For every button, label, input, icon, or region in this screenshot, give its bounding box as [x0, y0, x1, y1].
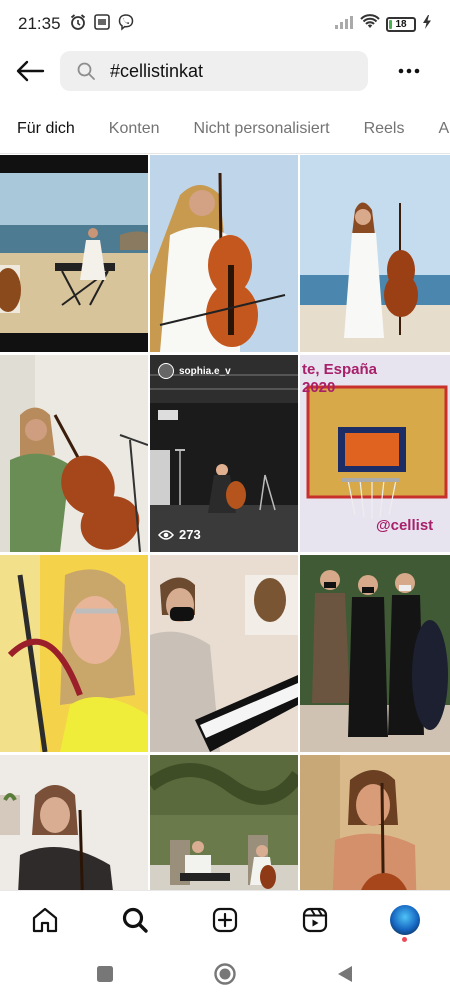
grid-tile-woman-cello-indoors[interactable] — [0, 355, 148, 552]
tab-label: Konten — [108, 119, 160, 137]
notification-dot — [402, 936, 407, 942]
tab-audio[interactable]: A — [421, 104, 450, 153]
search-header — [0, 48, 450, 94]
view-count: 273 — [158, 527, 201, 542]
recents-square-icon — [97, 966, 113, 982]
grid-tile-woman-cello-portrait[interactable] — [300, 755, 450, 890]
grid-tile-keyboard-seaside[interactable] — [0, 155, 148, 352]
search-icon — [76, 61, 96, 81]
search-icon — [122, 907, 148, 933]
recents-button[interactable] — [90, 959, 120, 989]
tile-account-handle: sophia.e_v — [158, 363, 231, 379]
back-arrow-icon — [16, 60, 45, 82]
alarm-icon — [69, 13, 87, 36]
more-dots-icon — [398, 68, 420, 74]
tab-label: A — [438, 119, 450, 137]
grid-tile-masked-woman-piano[interactable] — [150, 555, 298, 752]
search-input[interactable] — [110, 60, 340, 82]
tab-label: Nicht personalisiert — [193, 119, 330, 137]
search-tabs: Für dich Konten Nicht personalisiert Ree… — [0, 104, 450, 154]
back-button-system[interactable] — [330, 959, 360, 989]
home-circle-icon — [214, 963, 236, 985]
system-navigation — [0, 948, 450, 1000]
battery-percent: 18 — [395, 18, 407, 30]
poster-handle: @cellist — [376, 517, 434, 534]
tab-label: Reels — [363, 119, 405, 137]
photo-icon — [93, 13, 111, 36]
eye-icon — [158, 529, 174, 540]
poster-title-line: te, España — [302, 361, 378, 378]
results-grid: sophia.e_v 273 te, España 2020 @cellist — [0, 155, 450, 890]
view-count-text: 273 — [179, 527, 201, 542]
poster-year: 2020 — [302, 379, 336, 396]
tab-nicht-personalisiert[interactable]: Nicht personalisiert — [177, 104, 347, 153]
tab-konten[interactable]: Konten — [92, 104, 177, 153]
handle-text: sophia.e_v — [179, 365, 231, 377]
status-right-icons: 18 — [334, 13, 432, 35]
nav-profile[interactable] — [375, 892, 435, 948]
grid-tile-three-women-cello[interactable] — [300, 555, 450, 752]
status-time: 21:35 — [18, 14, 61, 33]
profile-avatar — [390, 904, 420, 942]
tab-fuer-dich[interactable]: Für dich — [0, 104, 92, 153]
tab-label: Für dich — [17, 119, 75, 137]
grid-tile-woman-cello-beach[interactable] — [300, 155, 450, 352]
account-avatar — [158, 363, 174, 379]
bottom-navigation — [0, 890, 450, 948]
back-triangle-icon — [338, 966, 352, 982]
status-left-icons — [69, 13, 135, 36]
search-box[interactable] — [60, 51, 368, 91]
viber-icon — [117, 13, 135, 36]
nav-search[interactable] — [105, 892, 165, 948]
wifi-icon — [360, 13, 380, 35]
nav-home[interactable] — [15, 892, 75, 948]
create-post-icon — [212, 907, 238, 932]
back-button[interactable] — [0, 48, 60, 94]
nav-reels[interactable] — [285, 892, 345, 948]
charging-icon — [422, 14, 432, 35]
grid-tile-woman-cello-home[interactable] — [0, 755, 148, 890]
grid-tile-woman-white-cello[interactable] — [150, 155, 298, 352]
home-icon — [32, 907, 58, 932]
home-button[interactable] — [210, 959, 240, 989]
battery-icon: 18 — [386, 16, 416, 32]
grid-tile-garden-concert[interactable] — [150, 755, 298, 890]
signal-icon — [334, 14, 354, 35]
battery-level-fill — [389, 19, 392, 29]
nav-create[interactable] — [195, 892, 255, 948]
grid-tile-stage-performance[interactable]: sophia.e_v 273 — [150, 355, 298, 552]
tab-reels[interactable]: Reels — [347, 104, 422, 153]
reels-icon — [302, 907, 328, 932]
more-options-button[interactable] — [368, 48, 450, 94]
status-bar: 21:35 18 — [0, 0, 450, 48]
grid-tile-poster-espana[interactable]: te, España 2020 @cellist — [300, 355, 450, 552]
grid-tile-smiling-woman-harp[interactable] — [0, 555, 148, 752]
